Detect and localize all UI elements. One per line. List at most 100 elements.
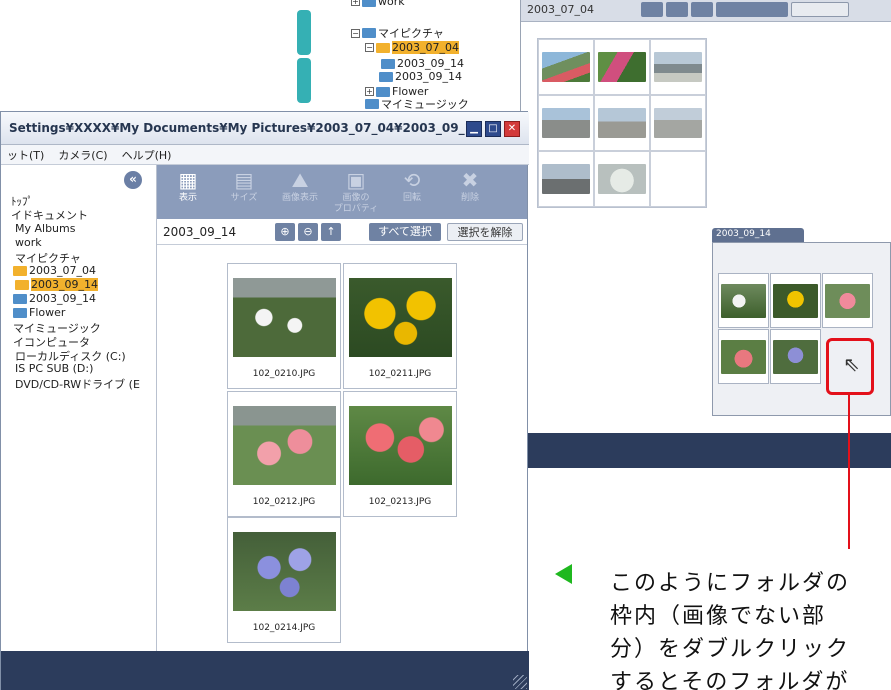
cursor-icon: ⇖ (843, 352, 860, 376)
title-bar[interactable]: Settings¥XXXX¥My Documents¥My Pictures¥2… (1, 112, 529, 145)
collapse-icon[interactable]: − (351, 28, 360, 38)
collapse-icon[interactable]: − (365, 43, 374, 52)
zoom-out-button[interactable]: ⊖ (298, 223, 318, 241)
menu-bar: ット(T) カメラ(C) ヘルプ(H) (1, 145, 529, 165)
folder-icon (13, 293, 27, 304)
zoom-in-button[interactable]: ⊕ (275, 223, 295, 241)
folder-thumbnail[interactable] (718, 273, 769, 328)
tree-item-work[interactable]: + work (351, 0, 405, 8)
properties-button[interactable]: ▣ 画像の プロパティ (331, 167, 381, 215)
sidebar-item-my-documents[interactable]: イドキュメント (11, 207, 88, 223)
strip-button-1[interactable] (297, 10, 311, 55)
thumbnail[interactable] (538, 39, 594, 95)
sidebar-item-dvd-drive[interactable]: DVD/CD-RWドライブ (E (15, 376, 140, 392)
thumbnail[interactable] (538, 151, 594, 207)
bg-thumbnail-grid (537, 38, 707, 208)
arrow-left-icon (555, 564, 572, 584)
folder-tree-background: + work − マイピクチャ − 2003_07_04 2003_09_14 … (343, 0, 513, 111)
folder-icon (379, 71, 393, 82)
minimize-button[interactable]: ▁ (466, 121, 482, 137)
image-view-icon: ⛰ (291, 168, 309, 192)
empty-cell (650, 151, 706, 207)
select-all-button[interactable]: すべて選択 (369, 223, 441, 241)
main-window: Settings¥XXXX¥My Documents¥My Pictures¥2… (0, 111, 529, 690)
tree-item-2003-09-14[interactable]: 2003_09_14 (379, 70, 462, 83)
folder-icon (376, 86, 390, 97)
sidebar-item-2003-07-04[interactable]: 2003_07_04 (13, 264, 96, 277)
sidebar-item-2003-09-14[interactable]: 2003_09_14 (13, 292, 96, 305)
maximize-button[interactable]: □ (485, 121, 501, 137)
thumbnail[interactable] (594, 95, 650, 151)
size-icon: ▤ (234, 168, 254, 192)
collapse-sidebar-icon[interactable]: « (124, 171, 142, 189)
strip-button-2[interactable] (297, 58, 311, 103)
folder-tab: 2003_09_14 (712, 228, 804, 243)
sidebar-item-work[interactable]: work (15, 236, 42, 249)
sidebar-item-2003-09-14-selected[interactable]: 2003_09_14 (15, 278, 98, 291)
image-card[interactable]: 102_0210.JPG (227, 263, 341, 389)
thumbnail[interactable] (650, 95, 706, 151)
image-card[interactable]: 102_0214.JPG (227, 517, 341, 643)
property-icon: ▣ (346, 168, 366, 192)
folder-icon (13, 307, 27, 318)
rotate-icon: ⟲ (403, 168, 421, 192)
delete-button[interactable]: ✖ 削除 (445, 167, 495, 204)
bg-status-bar (521, 433, 891, 468)
folder-icon (365, 99, 379, 109)
bg-toolbar: 2003_07_04 (521, 0, 891, 22)
folder-icon (381, 58, 395, 69)
image-view-button[interactable]: ⛰ 画像表示 (275, 167, 325, 204)
folder-thumbnail[interactable] (770, 273, 821, 328)
zoom-in-button[interactable] (641, 2, 663, 17)
image-thumbnail (233, 532, 336, 611)
tree-item-2003-09-14-sub[interactable]: 2003_09_14 (381, 57, 464, 70)
thumbnail[interactable] (650, 39, 706, 95)
deselect-button[interactable] (791, 2, 849, 17)
up-button[interactable] (691, 2, 713, 17)
thumbnail[interactable] (594, 151, 650, 207)
instruction-text: このようにフォルダの 枠内（画像でない部 分）をダブルクリック するとそのフォル… (610, 571, 851, 690)
tree-item-my-pictures[interactable]: − マイピクチャ (351, 25, 444, 41)
thumbnail[interactable] (538, 95, 594, 151)
up-folder-button[interactable]: ↑ (321, 223, 341, 241)
toolbar: ▦ 表示 ▤ サイズ ⛰ 画像表示 ▣ 画像の プロパティ ⟲ 回転 ✖ 削除 (157, 165, 527, 219)
current-folder: 2003_09_14 (163, 225, 237, 239)
close-button[interactable]: ✕ (504, 121, 520, 137)
path-bar: 2003_09_14 ⊕ ⊖ ↑ すべて選択 選択を解除 (157, 219, 527, 245)
zoom-out-button[interactable] (666, 2, 688, 17)
folder-thumbnail[interactable] (770, 329, 821, 384)
folder-thumbnail[interactable] (718, 329, 769, 384)
sidebar-item-flower[interactable]: Flower (13, 306, 65, 319)
image-grid: 102_0210.JPG 102_0211.JPG 102_0212.JPG 1… (157, 245, 527, 651)
open-folder-icon (15, 279, 29, 290)
image-card[interactable]: 102_0213.JPG (343, 391, 457, 517)
tree-item-my-music[interactable]: マイミュージック (365, 96, 469, 112)
open-folder-icon (13, 265, 27, 276)
folder-icon (362, 28, 376, 38)
expand-icon[interactable]: + (365, 87, 374, 96)
menu-item-tools[interactable]: ット(T) (7, 147, 44, 163)
folder-thumbnail[interactable] (822, 273, 873, 328)
sidebar-item-my-albums[interactable]: My Albums (15, 222, 75, 235)
trash-icon: ✖ (461, 168, 479, 192)
menu-item-help[interactable]: ヘルプ(H) (122, 147, 172, 163)
expand-icon[interactable]: + (351, 0, 360, 6)
tree-item-2003-07-04[interactable]: − 2003_07_04 (365, 41, 459, 54)
image-thumbnail (349, 278, 452, 357)
folder-sidebar: « ﾄｯﾌﾟ イドキュメント My Albums work マイピクチャ 200… (1, 165, 157, 678)
rotate-button[interactable]: ⟲ 回転 (387, 167, 437, 204)
view-button[interactable]: ▦ 表示 (163, 167, 213, 204)
sidebar-item-pc-sub[interactable]: IS PC SUB (D:) (15, 362, 93, 375)
callout-line (848, 395, 850, 549)
select-all-button[interactable] (716, 2, 788, 17)
image-card[interactable]: 102_0211.JPG (343, 263, 457, 389)
resize-grip-icon[interactable] (513, 675, 527, 689)
size-button[interactable]: ▤ サイズ (219, 167, 269, 204)
image-card[interactable]: 102_0212.JPG (227, 391, 341, 517)
deselect-button[interactable]: 選択を解除 (447, 223, 523, 241)
menu-item-camera[interactable]: カメラ(C) (58, 147, 107, 163)
thumbnail[interactable] (594, 39, 650, 95)
image-thumbnail (233, 406, 336, 485)
window-title: Settings¥XXXX¥My Documents¥My Pictures¥2… (9, 121, 482, 135)
image-thumbnail (233, 278, 336, 357)
